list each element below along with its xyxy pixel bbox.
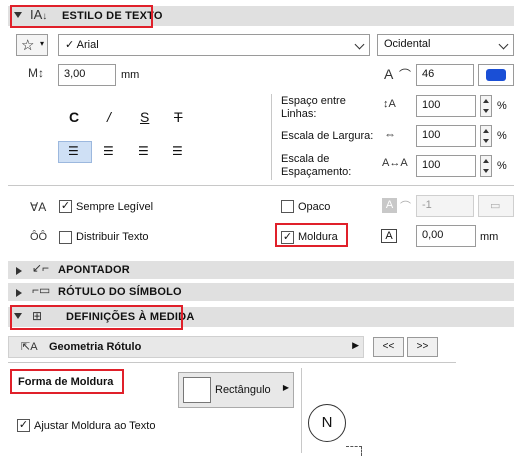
background-pen-input[interactable]: -1 — [416, 195, 474, 217]
highlight-custom-settings — [10, 305, 183, 330]
pen-icon: ⌒ — [400, 201, 411, 213]
line-spacing-icon: ↕A — [383, 98, 396, 110]
highlight-text-style — [10, 5, 153, 28]
char-spacing-stepper[interactable] — [480, 155, 492, 177]
align-left-icon: ☰ — [68, 144, 79, 158]
pen-icon: ⌒ — [399, 68, 412, 82]
expand-triangle-icon[interactable] — [16, 267, 22, 275]
section-header-pointer[interactable]: ↙⌐ APONTADOR — [8, 261, 514, 279]
pen-color-swatch[interactable] — [478, 64, 514, 86]
highlight-frame — [275, 223, 348, 247]
line-spacing-input[interactable]: 100 — [416, 95, 476, 117]
char-spacing-icon: A↔A — [382, 157, 408, 169]
opaque-checkbox[interactable] — [281, 200, 294, 213]
section-header-symbol-label[interactable]: ⌐▭ RÓTULO DO SÍMBOLO — [8, 283, 514, 301]
chevron-down-icon: ▾ — [39, 39, 44, 48]
frame-shape-value: Rectângulo — [215, 384, 271, 396]
char-spacing-input[interactable]: 100 — [416, 155, 476, 177]
frame-offset-unit: mm — [480, 231, 499, 243]
triangle-right-icon: ▶ — [352, 340, 359, 350]
favorites-button[interactable]: ☆ ▾ — [16, 34, 48, 56]
label-preview-circle: N — [308, 404, 346, 442]
strikethrough-button[interactable]: T — [174, 109, 183, 125]
distribute-text-checkbox[interactable] — [59, 231, 72, 244]
char-spacing-label: Escala de Espaçamento: — [281, 153, 352, 178]
always-readable-icon: ∀A — [30, 200, 47, 214]
opaque-label: Opaco — [298, 201, 331, 213]
geometry-icon: ⇱A — [21, 341, 38, 353]
frame-offset-icon: A — [381, 229, 397, 243]
percent-sign: % — [497, 160, 507, 172]
expand-triangle-icon[interactable] — [16, 289, 22, 297]
always-readable-label: Sempre Legível — [76, 201, 154, 213]
horizontal-divider — [8, 362, 456, 363]
percent-sign: % — [497, 100, 507, 112]
align-center-icon: ☰ — [103, 144, 114, 158]
section-title: APONTADOR — [58, 264, 130, 276]
monitor-icon: ▭ — [490, 200, 501, 212]
width-scale-icon: ⇔ — [384, 127, 396, 141]
align-left-button[interactable]: ☰ — [58, 141, 92, 163]
check-icon: ✓ — [65, 39, 77, 51]
text-pen-icon: A — [384, 66, 394, 82]
align-justify-icon: ☰ — [172, 144, 183, 158]
align-center-button[interactable]: ☰ — [95, 141, 125, 163]
symbol-label-icon: ⌐▭ — [32, 283, 51, 297]
pen-input[interactable]: 46 — [416, 64, 474, 86]
align-justify-button[interactable]: ☰ — [164, 141, 194, 163]
horizontal-divider — [8, 185, 514, 186]
chevron-down-icon — [498, 39, 509, 50]
script-dropdown[interactable]: Ocidental — [377, 34, 514, 56]
width-scale-input[interactable]: 100 — [416, 125, 476, 147]
vertical-divider — [271, 94, 272, 180]
width-scale-label: Escala de Largura: — [281, 130, 374, 142]
preview-letter: N — [321, 414, 333, 431]
leader-line — [361, 446, 362, 456]
triangle-right-icon: ▶ — [282, 383, 289, 392]
frame-shape-preview — [183, 377, 211, 403]
font-dropdown[interactable]: ✓ Arial — [58, 34, 370, 56]
star-icon: ☆ — [21, 37, 35, 54]
fit-frame-checkbox[interactable]: ✓ — [17, 419, 30, 432]
distribute-text-label: Distribuir Texto — [76, 231, 149, 243]
script-name: Ocidental — [384, 38, 431, 50]
distribute-text-icon: ÔÔ — [30, 231, 48, 243]
percent-sign: % — [497, 130, 507, 142]
background-fill-icon: A — [382, 198, 397, 213]
vertical-divider — [301, 368, 302, 453]
font-name: Arial — [76, 39, 99, 51]
pointer-icon: ↙⌐ — [32, 261, 50, 275]
frame-shape-selector[interactable]: Rectângulo ▶ — [178, 372, 294, 408]
frame-offset-input[interactable]: 0,00 — [416, 225, 476, 247]
chevron-down-icon — [354, 39, 365, 50]
text-size-icon: M↕ — [28, 66, 44, 80]
align-right-icon: ☰ — [138, 144, 149, 158]
italic-button[interactable]: / — [107, 109, 111, 125]
align-right-button[interactable]: ☰ — [130, 141, 160, 163]
geometry-dropdown[interactable]: ⇱A Geometria Rótulo ▶ — [8, 336, 364, 358]
next-page-button[interactable]: >> — [407, 337, 438, 357]
font-size-input[interactable]: 3,00 — [58, 64, 116, 86]
previous-page-button[interactable]: << — [373, 337, 404, 357]
font-size-unit: mm — [121, 69, 140, 81]
underline-button[interactable]: S — [140, 109, 149, 125]
always-readable-checkbox[interactable]: ✓ — [59, 200, 72, 213]
line-spacing-label: Espaço entre Linhas: — [281, 95, 346, 120]
section-title: RÓTULO DO SÍMBOLO — [58, 286, 182, 298]
highlight-frame-shape — [10, 369, 124, 394]
geometry-dropdown-label: Geometria Rótulo — [49, 341, 142, 353]
bold-button[interactable]: C — [69, 109, 79, 125]
line-spacing-stepper[interactable] — [480, 95, 492, 117]
fit-frame-label: Ajustar Moldura ao Texto — [34, 420, 156, 432]
width-scale-stepper[interactable] — [480, 125, 492, 147]
leader-line — [346, 446, 362, 447]
background-pen-swatch[interactable]: ▭ — [478, 195, 514, 217]
